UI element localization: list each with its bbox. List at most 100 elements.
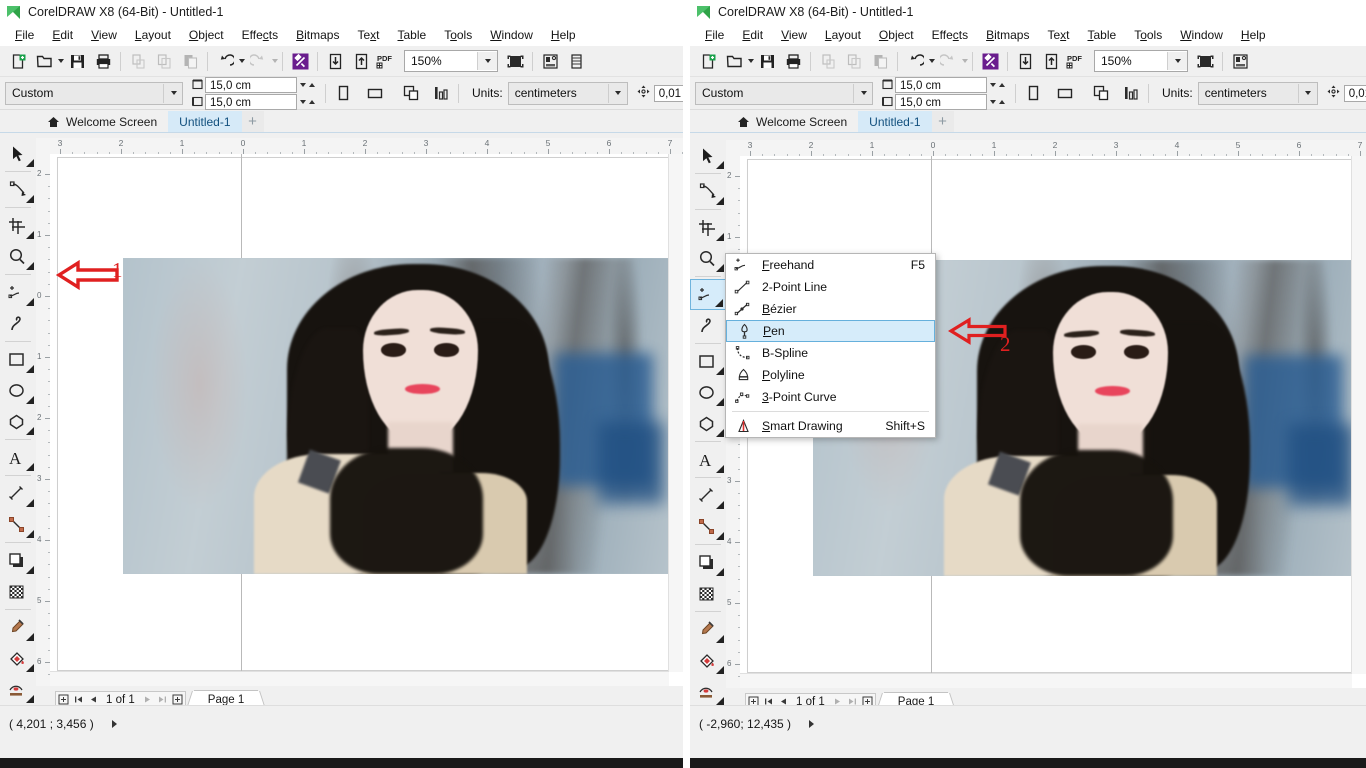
freehand-tool[interactable]	[0, 277, 36, 308]
vertical-scrollbar[interactable]	[668, 154, 683, 672]
new-icon[interactable]	[5, 48, 31, 74]
page-preset-combo[interactable]: Custom	[5, 82, 183, 105]
artistic-media-tool[interactable]	[0, 308, 36, 339]
export-icon[interactable]	[348, 48, 374, 74]
horizontal-scrollbar[interactable]	[740, 673, 1352, 688]
page-preset-value[interactable]: Custom	[6, 83, 163, 104]
status-expand-arrow[interactable]	[112, 720, 117, 728]
flyout-item-3-point-curve[interactable]: 3-Point Curve	[726, 386, 935, 408]
horizontal-scrollbar[interactable]	[50, 671, 669, 686]
copy-icon[interactable]	[151, 48, 177, 74]
units-combo[interactable]: centimeters	[508, 82, 628, 105]
menu-object[interactable]: Object	[870, 26, 923, 44]
crop-tool[interactable]	[0, 210, 36, 241]
rectangle-tool[interactable]	[0, 344, 36, 375]
flyout-item-freehand[interactable]: Freehand F5	[726, 254, 935, 276]
page-width-spinner[interactable]	[300, 83, 315, 87]
cut-icon[interactable]	[815, 48, 841, 74]
save-icon[interactable]	[754, 48, 780, 74]
flyout-item-bezier[interactable]: Bézier	[726, 298, 935, 320]
fullscreen-preview-icon[interactable]	[502, 48, 528, 74]
vertical-scrollbar[interactable]	[1351, 156, 1366, 674]
menu-table[interactable]: Table	[389, 26, 436, 44]
export-icon[interactable]	[1038, 48, 1064, 74]
open-icon[interactable]	[721, 48, 747, 74]
paste-icon[interactable]	[867, 48, 893, 74]
menu-view[interactable]: View	[82, 26, 126, 44]
import-icon[interactable]	[322, 48, 348, 74]
paste-icon[interactable]	[177, 48, 203, 74]
straight-line-connector-tool[interactable]	[0, 509, 36, 540]
page-preset-combo[interactable]: Custom	[695, 82, 873, 105]
flyout-item-pen[interactable]: Pen	[726, 320, 935, 342]
menu-file[interactable]: File	[6, 26, 43, 44]
menu-text[interactable]: Text	[348, 26, 388, 44]
search-content-icon[interactable]	[977, 48, 1003, 74]
horizontal-ruler[interactable]: 32101234567	[36, 138, 683, 155]
menu-layout[interactable]: Layout	[126, 26, 180, 44]
flyout-item-2-point-line[interactable]: 2-Point Line	[726, 276, 935, 298]
horizontal-ruler[interactable]: 32101234567	[726, 140, 1366, 157]
status-expand-arrow[interactable]	[809, 720, 814, 728]
ellipse-tool[interactable]	[0, 375, 36, 406]
redo-dropdown-caret[interactable]	[272, 59, 278, 63]
page-width-input[interactable]: 15,0 cm	[205, 77, 297, 93]
color-eyedropper-tool[interactable]	[690, 614, 726, 645]
flyout-item-polyline[interactable]: Polyline	[726, 364, 935, 386]
freehand-tool[interactable]	[690, 279, 726, 310]
page-preset-caret[interactable]	[853, 84, 872, 103]
zoom-tool[interactable]	[690, 243, 726, 274]
nudge-input[interactable]: 0,01 cm	[1344, 85, 1366, 102]
imported-photo-object[interactable]	[123, 258, 669, 574]
units-value[interactable]: centimeters	[1199, 83, 1298, 104]
zoom-tool[interactable]	[0, 241, 36, 272]
pick-tool[interactable]	[690, 140, 726, 171]
drawing-canvas-left[interactable]	[50, 154, 669, 672]
tab-welcome-screen[interactable]: Welcome Screen	[36, 111, 168, 132]
landscape-orientation-icon[interactable]	[362, 80, 388, 106]
color-eyedropper-tool[interactable]	[0, 612, 36, 643]
parallel-dimension-tool[interactable]	[0, 478, 36, 509]
print-icon[interactable]	[90, 48, 116, 74]
redo-dropdown-caret[interactable]	[962, 59, 968, 63]
menu-tools[interactable]: Tools	[1125, 26, 1171, 44]
redo-icon[interactable]	[935, 48, 961, 74]
zoom-level-value[interactable]: 150%	[1095, 51, 1167, 71]
tab-untitled-1[interactable]: Untitled-1	[168, 111, 241, 132]
landscape-orientation-icon[interactable]	[1052, 80, 1078, 106]
new-icon[interactable]	[695, 48, 721, 74]
straight-line-connector-tool[interactable]	[690, 511, 726, 542]
page-height-spinner[interactable]	[990, 100, 1005, 104]
menu-window[interactable]: Window	[481, 26, 542, 44]
pick-tool[interactable]	[0, 138, 36, 169]
menu-object[interactable]: Object	[180, 26, 233, 44]
undo-icon[interactable]	[902, 48, 928, 74]
page-width-input[interactable]: 15,0 cm	[895, 77, 987, 93]
zoom-level-combo[interactable]: 150%	[404, 50, 498, 72]
menu-effects[interactable]: Effects	[233, 26, 287, 44]
undo-icon[interactable]	[212, 48, 238, 74]
page-height-spinner[interactable]	[300, 100, 315, 104]
tab-welcome-screen[interactable]: Welcome Screen	[726, 111, 858, 132]
units-value[interactable]: centimeters	[509, 83, 608, 104]
fullscreen-preview-icon[interactable]	[1192, 48, 1218, 74]
options-icon[interactable]	[537, 48, 563, 74]
publish-pdf-icon[interactable]: PDF	[1064, 48, 1090, 74]
transparency-tool[interactable]	[690, 578, 726, 609]
page-height-input[interactable]: 15,0 cm	[205, 94, 297, 110]
drop-shadow-tool[interactable]	[690, 547, 726, 578]
polygon-tool[interactable]	[690, 408, 726, 439]
polygon-tool[interactable]	[0, 406, 36, 437]
all-pages-icon[interactable]	[398, 80, 424, 106]
units-combo[interactable]: centimeters	[1198, 82, 1318, 105]
page-height-input[interactable]: 15,0 cm	[895, 94, 987, 110]
outline-tool[interactable]	[0, 674, 36, 705]
all-pages-icon[interactable]	[1088, 80, 1114, 106]
publish-pdf-icon[interactable]: PDF	[374, 48, 400, 74]
rectangle-tool[interactable]	[690, 346, 726, 377]
page-width-spinner[interactable]	[990, 83, 1005, 87]
curve-tools-flyout-menu[interactable]: Freehand F5 2-Point Line Bézier Pen B-Sp…	[725, 253, 936, 438]
menu-window[interactable]: Window	[1171, 26, 1232, 44]
text-tool[interactable]: A	[690, 444, 726, 475]
zoom-level-combo[interactable]: 150%	[1094, 50, 1188, 72]
